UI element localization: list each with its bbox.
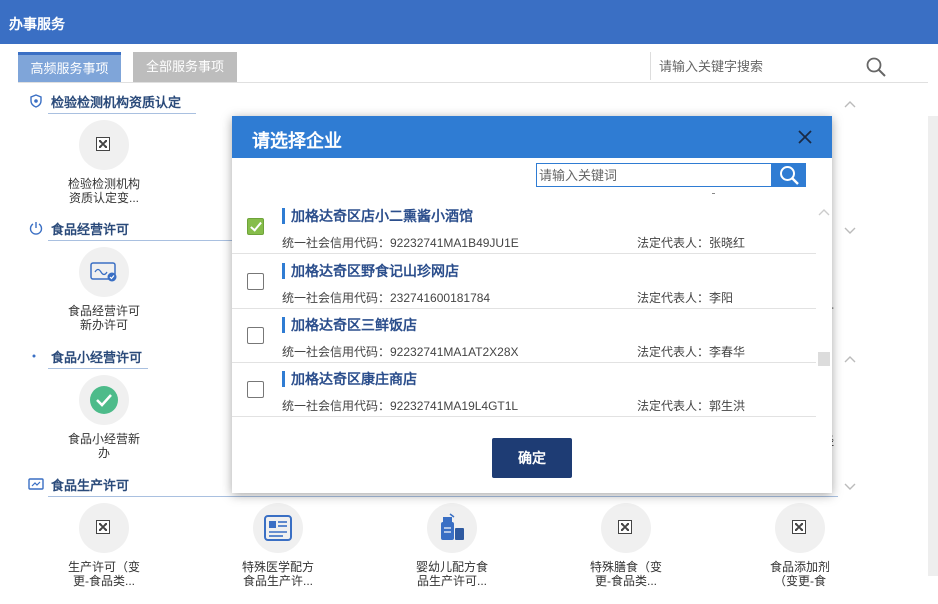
chevron-up-icon[interactable] — [844, 352, 856, 363]
tile-icon-special-diet[interactable] — [601, 503, 651, 553]
broken-image-icon — [792, 520, 806, 534]
enterprise-name: 加格达奇区康庄商店 — [282, 371, 417, 387]
section-title-food-production: 食品生产许可 — [51, 478, 130, 493]
chevron-down-icon[interactable] — [844, 480, 856, 490]
checkbox[interactable] — [247, 273, 264, 290]
dot-icon — [31, 348, 37, 358]
section-title-small-food: 食品小经营许可 — [51, 350, 143, 365]
section-underline — [48, 240, 232, 241]
tile-icon-small-food[interactable] — [79, 375, 129, 425]
app-header: 办事服务 — [0, 0, 938, 44]
tile-icon-food-business[interactable] — [79, 247, 129, 297]
search-icon[interactable] — [771, 163, 806, 187]
checkbox-checked[interactable] — [247, 218, 264, 235]
confirm-button[interactable]: 确定 — [492, 438, 572, 478]
enterprise-name: 加格达奇区店小二熏酱小酒馆 — [282, 208, 473, 224]
section-title-food-business: 食品经营许可 — [51, 222, 130, 237]
divider-mark — [712, 193, 715, 194]
tile-label: 食品添加剂 （变更-食 — [769, 560, 830, 588]
legal-representative: 法定代表人：张晓红 — [637, 236, 746, 250]
section-underline — [48, 368, 148, 369]
credit-code: 统一社会信用代码：92232741MA1AT2X28X — [282, 345, 519, 359]
dialog-search-box — [536, 163, 806, 187]
list-scrollbar[interactable] — [816, 200, 832, 430]
dialog-search-input[interactable] — [539, 166, 767, 184]
tile-label: 特殊医学配方 食品生产许... — [241, 560, 314, 588]
license-icon — [90, 262, 117, 282]
tile-icon-infant-formula[interactable] — [427, 503, 477, 553]
legal-representative: 法定代表人：李阳 — [637, 291, 734, 305]
check-circle-icon — [90, 386, 118, 414]
tile-icon-medical-formula[interactable] — [253, 503, 303, 553]
section-title-inspection: 检验检测机构资质认定 — [51, 95, 182, 110]
milk-powder-icon — [441, 513, 464, 540]
section-underline — [48, 113, 196, 114]
checkbox[interactable] — [247, 327, 264, 344]
shield-icon — [28, 93, 44, 109]
dialog-header: 请选择企业 — [232, 116, 832, 158]
tile-label: 食品经营许可 新办许可 — [67, 304, 140, 332]
tile-label: 生产许可（变 更-食品类... — [67, 560, 140, 588]
tile-label: 检验检测机构 资质认定变... — [67, 177, 140, 205]
close-icon[interactable] — [798, 130, 812, 144]
tile-icon-inspection[interactable] — [79, 120, 129, 170]
tab-all-services[interactable]: 全部服务事项 — [133, 52, 237, 82]
section-underline — [48, 496, 838, 497]
enterprise-row[interactable]: 加格达奇区野食记山珍网店 统一社会信用代码：232741600181784 法定… — [232, 255, 816, 309]
page-scrollbar[interactable] — [928, 116, 938, 576]
enterprise-row[interactable]: 加格达奇区康庄商店 统一社会信用代码：92232741MA19L4GT1L 法定… — [232, 363, 816, 417]
broken-image-icon — [96, 137, 110, 151]
enterprise-name: 加格达奇区野食记山珍网店 — [282, 263, 459, 279]
credit-code: 统一社会信用代码：232741600181784 — [282, 291, 491, 305]
legal-representative: 法定代表人：李春华 — [637, 345, 746, 359]
credit-code: 统一社会信用代码：92232741MA1B49JU1E — [282, 236, 519, 250]
tabs-divider — [18, 82, 928, 83]
tab-high-frequency[interactable]: 高频服务事项 — [18, 52, 121, 82]
broken-image-icon — [96, 520, 110, 534]
broken-image-icon — [618, 520, 632, 534]
tile-label: 特殊膳食（变 更-食品类... — [589, 560, 662, 588]
enterprise-list: 加格达奇区店小二熏酱小酒馆 统一社会信用代码：92232741MA1B49JU1… — [232, 200, 816, 430]
tile-icon-production-change[interactable] — [79, 503, 129, 553]
enterprise-row[interactable]: 加格达奇区三鲜饭店 统一社会信用代码：92232741MA1AT2X28X 法定… — [232, 309, 816, 363]
checkbox[interactable] — [247, 381, 264, 398]
chevron-up-icon[interactable] — [818, 208, 830, 216]
search-box — [650, 52, 920, 80]
credit-code: 统一社会信用代码：92232741MA19L4GT1L — [282, 399, 519, 413]
tile-icon-food-additive[interactable] — [775, 503, 825, 553]
app-title: 办事服务 — [9, 16, 65, 32]
production-icon — [28, 476, 44, 492]
document-icon — [264, 515, 292, 541]
tile-label: 婴幼儿配方食 品生产许可... — [415, 560, 488, 588]
enterprise-row[interactable]: 加格达奇区店小二熏酱小酒馆 统一社会信用代码：92232741MA1B49JU1… — [232, 200, 816, 254]
tile-label: 食品小经营新办 — [67, 432, 140, 460]
legal-representative: 法定代表人：郭生洪 — [637, 399, 746, 413]
dialog-title: 请选择企业 — [252, 131, 342, 151]
enterprise-name: 加格达奇区三鲜饭店 — [282, 317, 417, 333]
chevron-down-icon[interactable] — [844, 224, 856, 234]
scroll-thumb[interactable] — [818, 352, 830, 366]
select-enterprise-dialog: 请选择企业 加格达奇区店小二熏酱小酒馆 统一社会信用代码：92232741MA1… — [232, 116, 832, 493]
search-icon[interactable] — [865, 56, 887, 78]
search-input[interactable] — [659, 56, 859, 76]
chevron-up-icon[interactable] — [844, 97, 856, 108]
power-icon — [28, 220, 44, 236]
